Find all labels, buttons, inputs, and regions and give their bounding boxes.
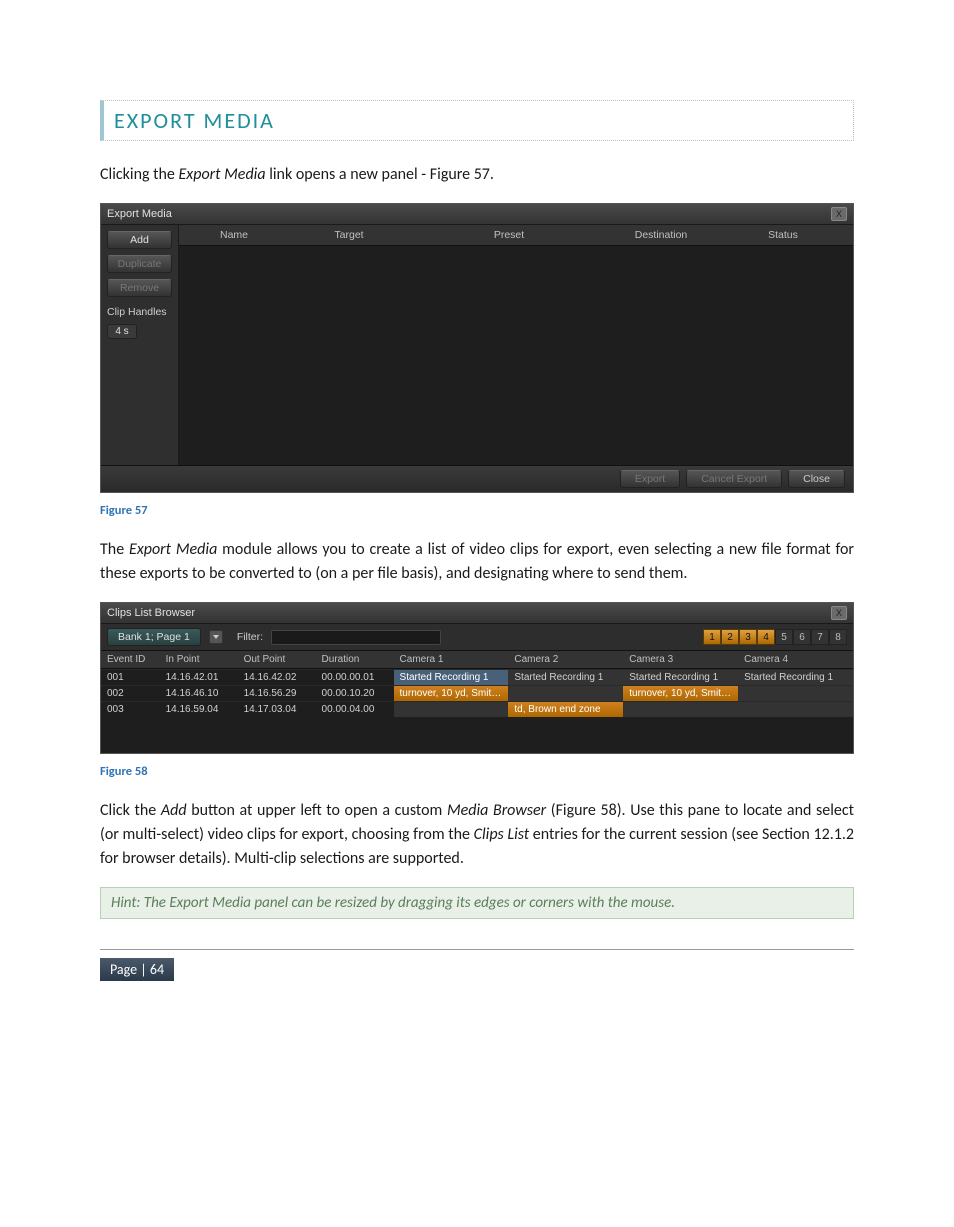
clips-col-camera-4[interactable]: Camera 4 — [738, 651, 853, 668]
page-button-4[interactable]: 4 — [757, 629, 775, 645]
table-cell[interactable]: 14.16.42.02 — [238, 669, 316, 685]
bank-dropdown-label: Bank 1; Page 1 — [118, 631, 190, 643]
export-button[interactable]: Export — [620, 470, 680, 488]
clips-grid-header: Event IDIn PointOut PointDurationCamera … — [101, 651, 853, 669]
table-row[interactable]: 00114.16.42.0114.16.42.0200.00.00.01Star… — [101, 669, 853, 685]
footer-rule — [100, 949, 854, 950]
clips-col-camera-2[interactable]: Camera 2 — [508, 651, 623, 668]
col-target[interactable]: Target — [289, 225, 409, 245]
clips-col-in-point[interactable]: In Point — [160, 651, 238, 668]
col-name[interactable]: Name — [179, 225, 289, 245]
col-destination[interactable]: Destination — [609, 225, 713, 245]
table-cell[interactable] — [738, 685, 853, 701]
page-button-6[interactable]: 6 — [793, 629, 811, 645]
table-cell[interactable]: turnover, 10 yd, Smith remote — [394, 685, 509, 701]
table-row[interactable]: 00314.16.59.0414.17.03.0400.00.04.00 td, … — [101, 701, 853, 717]
cancel-export-button[interactable]: Cancel Export — [686, 470, 782, 488]
export-title: Export Media — [107, 208, 172, 220]
page-button-3[interactable]: 3 — [739, 629, 757, 645]
table-cell[interactable]: Started Recording 1 — [623, 669, 738, 685]
page-button-8[interactable]: 8 — [829, 629, 847, 645]
clips-title: Clips List Browser — [107, 607, 195, 619]
page-button-1[interactable]: 1 — [703, 629, 721, 645]
duplicate-button[interactable]: Duplicate — [107, 255, 172, 273]
intro-em: Export Media — [178, 165, 265, 184]
figure-57-caption: Figure 57 — [100, 503, 854, 518]
table-cell[interactable]: Started Recording 1 — [738, 669, 853, 685]
export-rows-empty — [179, 246, 853, 465]
section-heading-box: EXPORT MEDIA — [100, 100, 854, 141]
filter-label: Filter: — [237, 631, 263, 643]
close-button[interactable]: Close — [788, 470, 845, 488]
clips-col-camera-3[interactable]: Camera 3 — [623, 651, 738, 668]
table-cell[interactable]: 14.16.56.29 — [238, 685, 316, 701]
clip-handles-label: Clip Handles — [107, 306, 172, 318]
table-cell[interactable]: 00.00.10.20 — [316, 685, 394, 701]
paragraph-3: Click the Add button at upper left to op… — [100, 799, 854, 871]
table-cell[interactable]: 00.00.00.01 — [316, 669, 394, 685]
export-column-headers: Name Target Preset Destination Status — [179, 225, 853, 246]
hint-box: Hint: The Export Media panel can be resi… — [100, 887, 854, 919]
table-cell[interactable]: Started Recording 1 — [508, 669, 623, 685]
export-footer: Export Cancel Export Close — [101, 465, 853, 492]
table-cell[interactable] — [738, 701, 853, 717]
table-cell[interactable] — [508, 685, 623, 701]
table-cell[interactable] — [623, 701, 738, 717]
table-cell[interactable]: 14.17.03.04 — [238, 701, 316, 717]
table-cell[interactable]: 003 — [101, 701, 160, 717]
clips-col-duration[interactable]: Duration — [316, 651, 394, 668]
clips-toolbar: Bank 1; Page 1 Filter: 12345678 — [101, 624, 853, 651]
export-sidebar: Add Duplicate Remove Clip Handles 4 s — [101, 225, 179, 465]
clip-handles-input[interactable]: 4 s — [107, 324, 137, 339]
intro-pre: Clicking the — [100, 165, 178, 184]
table-cell[interactable] — [394, 701, 509, 717]
table-cell[interactable]: 14.16.46.10 — [160, 685, 238, 701]
add-button[interactable]: Add — [107, 231, 172, 249]
table-cell[interactable]: turnover, 10 yd, Smith overhea — [623, 685, 738, 701]
page-number: Page | 64 — [100, 958, 174, 981]
remove-button[interactable]: Remove — [107, 279, 172, 297]
page-button-2[interactable]: 2 — [721, 629, 739, 645]
clips-list-browser-panel: Clips List Browser X Bank 1; Page 1 Filt… — [100, 602, 854, 754]
figure-58-caption: Figure 58 — [100, 764, 854, 779]
table-cell[interactable]: 14.16.42.01 — [160, 669, 238, 685]
section-heading: EXPORT MEDIA — [114, 107, 843, 134]
bank-dropdown-arrow-icon[interactable] — [209, 630, 223, 644]
table-cell[interactable]: 00.00.04.00 — [316, 701, 394, 717]
clips-col-camera-1[interactable]: Camera 1 — [394, 651, 509, 668]
clips-col-out-point[interactable]: Out Point — [238, 651, 316, 668]
col-status[interactable]: Status — [713, 225, 853, 245]
clips-grid-empty-space — [101, 717, 853, 753]
close-icon[interactable]: X — [831, 606, 847, 620]
paragraph-2: The Export Media module allows you to cr… — [100, 538, 854, 586]
clips-titlebar[interactable]: Clips List Browser X — [101, 603, 853, 624]
filter-input[interactable] — [271, 630, 441, 645]
table-cell[interactable]: 002 — [101, 685, 160, 701]
bank-dropdown[interactable]: Bank 1; Page 1 — [107, 628, 201, 646]
clips-col-event-id[interactable]: Event ID — [101, 651, 160, 668]
table-cell[interactable]: td, Brown end zone — [508, 701, 623, 717]
page-button-5[interactable]: 5 — [775, 629, 793, 645]
table-cell[interactable]: 001 — [101, 669, 160, 685]
intro-paragraph: Clicking the Export Media link opens a n… — [100, 163, 854, 187]
intro-post: link opens a new panel - Figure 57. — [266, 165, 494, 184]
close-icon[interactable]: X — [831, 207, 847, 221]
export-titlebar[interactable]: Export Media X — [101, 204, 853, 225]
clips-grid: Event IDIn PointOut PointDurationCamera … — [101, 651, 853, 753]
page-button-7[interactable]: 7 — [811, 629, 829, 645]
export-media-panel: Export Media X Add Duplicate Remove Clip… — [100, 203, 854, 493]
page-selector: 12345678 — [703, 629, 847, 645]
table-cell[interactable]: 14.16.59.04 — [160, 701, 238, 717]
col-preset[interactable]: Preset — [409, 225, 609, 245]
table-row[interactable]: 00214.16.46.1014.16.56.2900.00.10.20turn… — [101, 685, 853, 701]
table-cell[interactable]: Started Recording 1 — [394, 669, 509, 685]
